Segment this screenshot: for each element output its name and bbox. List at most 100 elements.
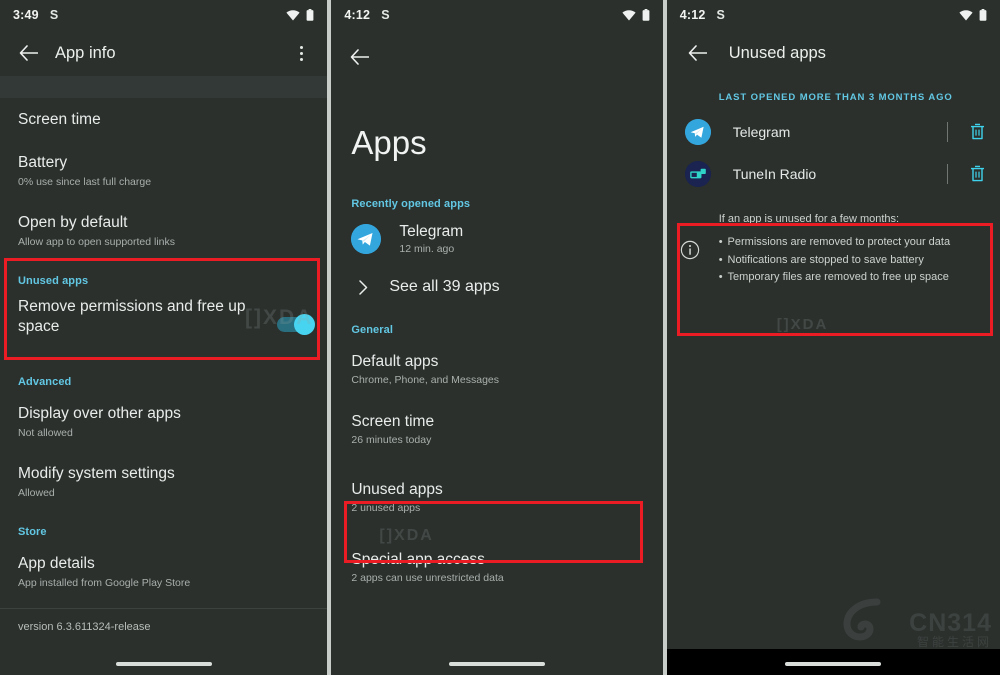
status-bar-time: 3:49: [13, 8, 39, 22]
section-header-store: Store: [18, 526, 47, 539]
phone-screen-unused-apps: 4:12 S Unused apps LAST OPENED MORE THAN…: [666, 0, 1000, 675]
list-item-subtitle: Chrome, Phone, and Messages: [351, 374, 500, 387]
list-item-meta: Telegram 12 min. ago: [399, 223, 463, 255]
back-arrow-icon[interactable]: [342, 40, 376, 74]
list-item-title: App details: [18, 555, 95, 573]
list-item-default-apps[interactable]: Default apps Chrome, Phone, and Messages: [331, 340, 662, 400]
list-item-title: Screen time: [18, 111, 101, 128]
list-item-title: Battery: [18, 154, 68, 172]
telegram-icon: [351, 224, 382, 254]
version-text: version 6.3.611324-release: [18, 621, 151, 634]
app-bar: [331, 30, 662, 84]
see-all-apps-label: See all 39 apps: [389, 278, 500, 295]
phone-screen-apps: 4:12 S Apps Recently opened apps Telegra…: [331, 0, 663, 675]
info-circle-icon: [677, 240, 703, 260]
trash-icon[interactable]: [966, 121, 988, 143]
wifi-icon: [959, 9, 973, 21]
battery-icon: [642, 9, 650, 21]
info-lead: If an app is unused for a few months:: [718, 213, 900, 225]
trash-icon[interactable]: [966, 163, 988, 185]
list-item-unused-apps[interactable]: Unused apps 2 unused apps: [331, 460, 662, 536]
list-item-title: Modify system settings: [18, 465, 175, 483]
wifi-icon: [286, 9, 300, 21]
cn314-name: CN314: [909, 609, 992, 638]
see-all-apps-button[interactable]: See all 39 apps: [331, 264, 662, 310]
app-bar: App info: [0, 30, 327, 76]
list-item-open-by-default[interactable]: Open by default Allow app to open suppor…: [0, 201, 327, 261]
status-bar-icons: [286, 9, 314, 21]
status-bar: 4:12 S: [331, 0, 663, 30]
list-item-title: Display over other apps: [18, 405, 181, 423]
cn314-logo-icon: [837, 594, 895, 649]
phone-screen-app-info: 3:49 S App info Screen time Battery 0% u…: [0, 0, 328, 675]
status-bar-time: 4:12: [344, 8, 371, 22]
telegram-icon: [684, 119, 711, 145]
list-item-telegram[interactable]: Telegram 12 min. ago: [331, 214, 662, 264]
s-glyph-icon: S: [381, 8, 390, 22]
list-item-title: Unused apps: [351, 481, 443, 499]
list-item-modify-system-settings[interactable]: Modify system settings Allowed: [0, 452, 327, 512]
info-text: If an app is unused for a few months: Pe…: [719, 213, 950, 287]
list-item-tunein-radio[interactable]: TuneIn Radio: [667, 153, 1000, 195]
list-item-app-details[interactable]: App details App installed from Google Pl…: [0, 542, 327, 602]
list-top-shade: [0, 76, 328, 98]
info-bullet: Temporary files are removed to free up s…: [719, 269, 950, 287]
nav-gesture-pill[interactable]: [785, 662, 882, 666]
large-page-title: Apps: [351, 124, 427, 161]
nav-gesture-pill[interactable]: [449, 662, 546, 666]
tunein-radio-icon: [684, 161, 711, 187]
list-item-title: Open by default: [18, 214, 128, 232]
s-glyph-icon: S: [49, 8, 59, 22]
info-bullet: Notifications are stopped to save batter…: [719, 252, 950, 270]
app-name: Telegram: [399, 223, 464, 240]
list-item-telegram[interactable]: Telegram: [667, 111, 1000, 153]
list-item-special-app-access[interactable]: Special app access 2 apps can use unrest…: [331, 536, 662, 598]
section-header-general: General: [351, 324, 394, 336]
section-header-unused-apps: Unused apps: [18, 275, 89, 288]
xda-watermark: []XDA: [776, 316, 829, 333]
nav-gesture-pill[interactable]: [115, 662, 212, 666]
section-header-recently-opened: Recently opened apps: [351, 198, 471, 210]
list-item-screen-time[interactable]: Screen time: [0, 98, 327, 141]
settings-list: Screen time Battery 0% use since last fu…: [0, 76, 328, 645]
app-name: TuneIn Radio: [732, 166, 817, 182]
back-arrow-icon[interactable]: [11, 36, 45, 70]
cn314-tagline: 智能生活网: [916, 635, 992, 650]
page-title: Unused apps: [728, 43, 826, 62]
status-bar-icons: [622, 9, 650, 21]
list-item-subtitle: 26 minutes today: [351, 434, 432, 447]
info-bullet: Permissions are removed to protect your …: [719, 234, 951, 252]
list-item-subtitle: Not allowed: [18, 426, 73, 439]
info-bullet-list: Permissions are removed to protect your …: [719, 234, 951, 287]
list-item-subtitle: 2 apps can use unrestricted data: [351, 572, 504, 585]
list-item-subtitle: App installed from Google Play Store: [18, 576, 191, 589]
kebab-menu-icon[interactable]: [286, 38, 316, 68]
xda-watermark: []XDA: [379, 527, 434, 544]
wifi-icon: [622, 9, 636, 21]
status-bar-time: 4:12: [679, 8, 706, 22]
section-header-last-opened: LAST OPENED MORE THAN 3 MONTHS AGO: [718, 92, 953, 103]
battery-icon: [306, 9, 314, 21]
status-bar: 4:12 S: [666, 0, 1000, 30]
list-item-title: Screen time: [351, 413, 435, 431]
list-item-screen-time[interactable]: Screen time 26 minutes today: [331, 400, 662, 460]
unused-apps-info-box: If an app is unused for a few months: Pe…: [667, 195, 1000, 305]
list-item-battery[interactable]: Battery 0% use since last full charge: [0, 141, 327, 201]
unused-apps-list: LAST OPENED MORE THAN 3 MONTHS AGO Teleg…: [667, 76, 1000, 305]
list-item-title: Special app access: [351, 551, 485, 569]
list-item-display-over-other-apps[interactable]: Display over other apps Not allowed: [0, 392, 327, 452]
list-item-subtitle: Allow app to open supported links: [18, 235, 176, 248]
list-item-subtitle: 2 unused apps: [351, 502, 421, 515]
row-divider: [947, 164, 948, 184]
section-header-advanced: Advanced: [18, 376, 72, 389]
status-bar-icons: [959, 9, 987, 21]
app-last-used: 12 min. ago: [399, 243, 455, 255]
app-bar: Unused apps: [667, 30, 1000, 76]
row-divider: [947, 122, 948, 142]
list-item-subtitle: 0% use since last full charge: [18, 175, 152, 188]
list-item-title: Default apps: [351, 353, 439, 370]
cn314-watermark: CN314 智能生活网: [909, 610, 992, 649]
back-arrow-icon[interactable]: [681, 36, 715, 70]
app-name: Telegram: [732, 124, 791, 140]
chevron-right-icon: [351, 279, 375, 295]
